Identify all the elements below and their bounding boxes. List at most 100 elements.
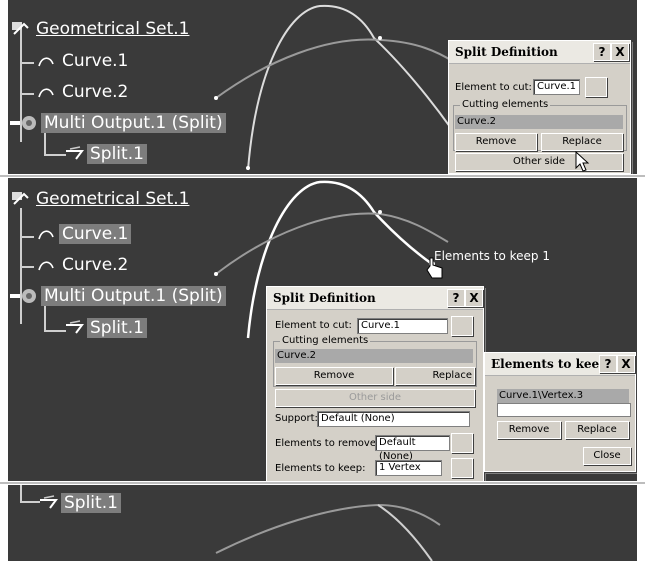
vertex-point bbox=[378, 36, 382, 40]
kept-element-item[interactable]: Curve.1\Vertex.3 bbox=[497, 389, 629, 403]
tree-node-label: Curve.2 bbox=[62, 255, 129, 275]
vertex-point bbox=[378, 210, 382, 214]
tree-line bbox=[20, 236, 34, 238]
tree-node-curve-2[interactable]: Curve.2 bbox=[36, 81, 131, 103]
tree-line bbox=[44, 304, 46, 330]
split-definition-dialog: Split Definition ? X Element to cut: Cur… bbox=[448, 40, 631, 174]
curve-icon bbox=[38, 88, 54, 98]
vertex-point bbox=[214, 96, 218, 100]
kept-elements-list[interactable] bbox=[497, 403, 631, 417]
elements-to-keep-field[interactable]: 1 Vertex bbox=[375, 460, 442, 476]
tree-node-multi-output[interactable]: Multi Output.1 (Split) bbox=[10, 285, 226, 307]
selection-picker-icon[interactable] bbox=[451, 458, 473, 478]
viewport-panel-3[interactable]: Split.1 bbox=[8, 485, 637, 561]
tree-node-label: Curve.1 bbox=[59, 224, 132, 244]
viewport-panel-2[interactable]: Elements to keep 1 Geometrical Set.1 Cur… bbox=[8, 178, 637, 481]
curve-icon bbox=[38, 261, 54, 271]
support-field[interactable]: Default (None) bbox=[317, 411, 470, 427]
elements-to-keep-callout: Elements to keep 1 bbox=[434, 249, 550, 263]
dialog-title-bar[interactable]: Split Definition ? X bbox=[267, 287, 483, 310]
cutting-element-item[interactable]: Curve.2 bbox=[275, 349, 473, 363]
elements-to-keep-dialog: Elements to keep ? X Curve.1\Vertex.3 Re… bbox=[484, 352, 636, 472]
split-icon bbox=[40, 495, 58, 509]
geometrical-set-icon bbox=[12, 22, 29, 35]
selection-picker-icon[interactable] bbox=[451, 316, 473, 336]
curve-2-arc bbox=[215, 212, 449, 275]
cutting-elements-label: Cutting elements bbox=[280, 335, 371, 346]
remove-button[interactable]: Remove bbox=[497, 421, 561, 439]
tree-line bbox=[20, 93, 34, 95]
dialog-title-bar[interactable]: Elements to keep ? X bbox=[485, 353, 635, 376]
element-to-cut-label: Element to cut: bbox=[275, 320, 352, 331]
remove-button[interactable]: Remove bbox=[275, 367, 393, 385]
tree-node-curve-1[interactable]: Curve.1 bbox=[36, 223, 132, 245]
tree-node-split[interactable]: Split.1 bbox=[64, 317, 147, 339]
tree-node-label: Geometrical Set.1 bbox=[36, 189, 190, 209]
other-side-button[interactable]: Other side bbox=[455, 153, 623, 171]
help-button[interactable]: ? bbox=[593, 43, 611, 61]
tree-node-label: Curve.2 bbox=[62, 82, 129, 102]
vertex-point bbox=[246, 166, 250, 170]
multi-output-icon bbox=[10, 116, 36, 130]
selection-picker-icon[interactable] bbox=[451, 433, 473, 453]
selection-picker-icon[interactable] bbox=[585, 77, 607, 97]
tree-line bbox=[44, 154, 66, 156]
tree-node-split[interactable]: Split.1 bbox=[64, 143, 147, 165]
dialog-title-bar[interactable]: Split Definition ? X bbox=[449, 41, 630, 64]
panel-separator bbox=[0, 175, 645, 177]
mouse-pointer-icon bbox=[575, 151, 590, 172]
support-label: Support: bbox=[275, 413, 318, 424]
element-to-cut-label: Element to cut: bbox=[455, 82, 532, 93]
other-side-button[interactable]: Other side bbox=[275, 389, 475, 407]
cutting-elements-label: Cutting elements bbox=[460, 99, 551, 110]
tree-node-curve-1[interactable]: Curve.1 bbox=[36, 50, 131, 72]
elements-to-keep-label: Elements to keep: bbox=[275, 463, 366, 474]
tree-node-label: Multi Output.1 (Split) bbox=[41, 286, 226, 306]
split-definition-dialog: Split Definition ? X Element to cut: Cur… bbox=[266, 286, 484, 481]
split-icon bbox=[66, 146, 84, 160]
dialog-title: Elements to keep bbox=[491, 357, 608, 371]
close-dialog-button[interactable]: Close bbox=[583, 447, 631, 465]
curve-1-remainder-arc bbox=[377, 504, 433, 561]
elements-to-remove-label: Elements to remove: bbox=[275, 438, 380, 449]
tree-line bbox=[20, 501, 40, 503]
multi-output-icon bbox=[10, 289, 36, 303]
elements-to-remove-field[interactable]: Default (None) bbox=[375, 435, 450, 462]
dialog-title: Split Definition bbox=[273, 291, 376, 305]
cutting-element-item[interactable]: Curve.2 bbox=[455, 115, 623, 129]
curve-1-arc bbox=[247, 4, 477, 171]
dialog-title: Split Definition bbox=[455, 45, 558, 59]
panel-separator bbox=[0, 482, 645, 484]
tree-node-multi-output[interactable]: Multi Output.1 (Split) bbox=[10, 112, 226, 134]
element-to-cut-field[interactable]: Curve.1 bbox=[357, 318, 448, 334]
tree-line bbox=[20, 485, 22, 501]
help-button[interactable]: ? bbox=[599, 355, 617, 373]
curve-icon bbox=[38, 57, 54, 67]
close-button[interactable]: X bbox=[611, 43, 629, 61]
tree-node-split[interactable]: Split.1 bbox=[38, 492, 121, 514]
close-button[interactable]: X bbox=[465, 289, 483, 307]
viewport-panel-1[interactable]: Geometrical Set.1 Curve.1 Curve.2 Multi … bbox=[8, 0, 637, 174]
vertex-point bbox=[214, 272, 218, 276]
tree-node-geometrical-set[interactable]: Geometrical Set.1 bbox=[10, 18, 192, 40]
tree-node-label: Split.1 bbox=[61, 493, 121, 513]
tree-node-label: Split.1 bbox=[87, 318, 147, 338]
close-button[interactable]: X bbox=[617, 355, 635, 373]
replace-button[interactable]: Replace bbox=[565, 421, 629, 439]
replace-button[interactable]: Replace bbox=[395, 367, 475, 385]
tree-node-label: Split.1 bbox=[87, 144, 147, 164]
tree-node-label: Curve.1 bbox=[62, 51, 129, 71]
help-button[interactable]: ? bbox=[447, 289, 465, 307]
geometrical-set-icon bbox=[12, 192, 29, 205]
tree-node-label: Multi Output.1 (Split) bbox=[41, 113, 226, 133]
tree-line bbox=[20, 266, 34, 268]
tree-node-geometrical-set[interactable]: Geometrical Set.1 bbox=[10, 188, 192, 210]
split-icon bbox=[66, 320, 84, 334]
element-to-cut-field[interactable]: Curve.1 bbox=[533, 79, 580, 95]
replace-button[interactable]: Replace bbox=[541, 133, 623, 151]
tree-node-curve-2[interactable]: Curve.2 bbox=[36, 254, 131, 276]
tree-line bbox=[44, 330, 66, 332]
remove-button[interactable]: Remove bbox=[455, 133, 537, 151]
curve-2-arc bbox=[215, 38, 455, 99]
tree-node-label: Geometrical Set.1 bbox=[36, 19, 190, 39]
